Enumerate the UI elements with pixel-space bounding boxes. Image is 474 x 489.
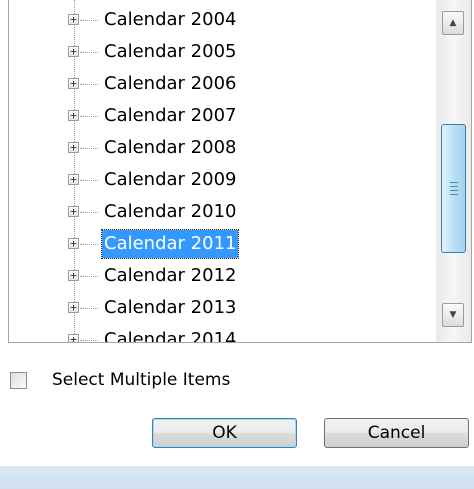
expand-icon[interactable]: +	[68, 334, 79, 342]
tree-list: + Calendar 2004 + Calendar 2005 + Calend…	[9, 0, 434, 342]
tree-connector	[80, 20, 98, 21]
expand-icon[interactable]: +	[68, 46, 79, 57]
tree-node-label-selected[interactable]: Calendar 2011	[100, 229, 240, 259]
tree-connector	[80, 84, 98, 85]
tree-node-calendar-2013[interactable]: + Calendar 2013	[9, 293, 434, 325]
expand-icon[interactable]: +	[68, 142, 79, 153]
tree-node-calendar-2008[interactable]: + Calendar 2008	[9, 133, 434, 165]
tree-node-label[interactable]: Calendar 2014	[102, 326, 238, 342]
tree-node-label[interactable]: Calendar 2004	[102, 6, 238, 34]
tree-node-calendar-2011[interactable]: + Calendar 2011	[9, 229, 434, 261]
expand-icon[interactable]: +	[68, 110, 79, 121]
grip-icon	[450, 182, 458, 196]
select-multiple-label[interactable]: Select Multiple Items	[52, 369, 230, 391]
tree-connector	[80, 180, 98, 181]
tree-node-calendar-2014[interactable]: + Calendar 2014	[9, 325, 434, 342]
tree-connector	[80, 212, 98, 213]
expand-icon[interactable]: +	[68, 14, 79, 25]
vertical-scrollbar[interactable]: ▲ ▼	[436, 0, 471, 342]
tree-node-label[interactable]: Calendar 2010	[102, 198, 238, 226]
ok-button[interactable]: OK	[152, 418, 297, 448]
tree-node-label[interactable]: Calendar 2009	[102, 166, 238, 194]
scroll-down-button[interactable]: ▼	[442, 303, 464, 327]
scroll-up-button[interactable]: ▲	[442, 11, 464, 35]
tree-node-label[interactable]: Calendar 2005	[102, 38, 238, 66]
expand-icon[interactable]: +	[68, 302, 79, 313]
tree-connector	[80, 116, 98, 117]
tree-node-label[interactable]: Calendar 2013	[102, 294, 238, 322]
expand-icon[interactable]: +	[68, 174, 79, 185]
tree-node-label[interactable]: Calendar 2008	[102, 134, 238, 162]
tree-node-calendar-2010[interactable]: + Calendar 2010	[9, 197, 434, 229]
scroll-thumb[interactable]	[441, 124, 466, 253]
tree-node-calendar-2009[interactable]: + Calendar 2009	[9, 165, 434, 197]
tree-node-label[interactable]: Calendar 2007	[102, 102, 238, 130]
cancel-button[interactable]: Cancel	[324, 418, 469, 448]
tree-connector	[80, 308, 98, 309]
tree-node-calendar-2006[interactable]: + Calendar 2006	[9, 69, 434, 101]
tree-node-label[interactable]: Calendar 2006	[102, 70, 238, 98]
expand-icon[interactable]: +	[68, 270, 79, 281]
arrow-up-icon: ▲	[449, 18, 457, 28]
tree-connector	[80, 244, 98, 245]
dialog-footer-strip	[0, 466, 474, 489]
expand-icon[interactable]: +	[68, 206, 79, 217]
tree-node-calendar-2012[interactable]: + Calendar 2012	[9, 261, 434, 293]
tree-view[interactable]: + Calendar 2004 + Calendar 2005 + Calend…	[8, 0, 472, 343]
tree-connector	[80, 52, 98, 53]
tree-connector	[80, 276, 98, 277]
expand-icon[interactable]: +	[68, 238, 79, 249]
arrow-down-icon: ▼	[449, 310, 457, 320]
tree-node-calendar-2004[interactable]: + Calendar 2004	[9, 5, 434, 37]
tree-node-label[interactable]: Calendar 2012	[102, 262, 238, 290]
tree-connector	[80, 340, 98, 341]
tree-connector	[80, 148, 98, 149]
tree-node-calendar-2007[interactable]: + Calendar 2007	[9, 101, 434, 133]
expand-icon[interactable]: +	[68, 78, 79, 89]
tree-node-calendar-2005[interactable]: + Calendar 2005	[9, 37, 434, 69]
select-multiple-checkbox[interactable]	[10, 372, 27, 389]
